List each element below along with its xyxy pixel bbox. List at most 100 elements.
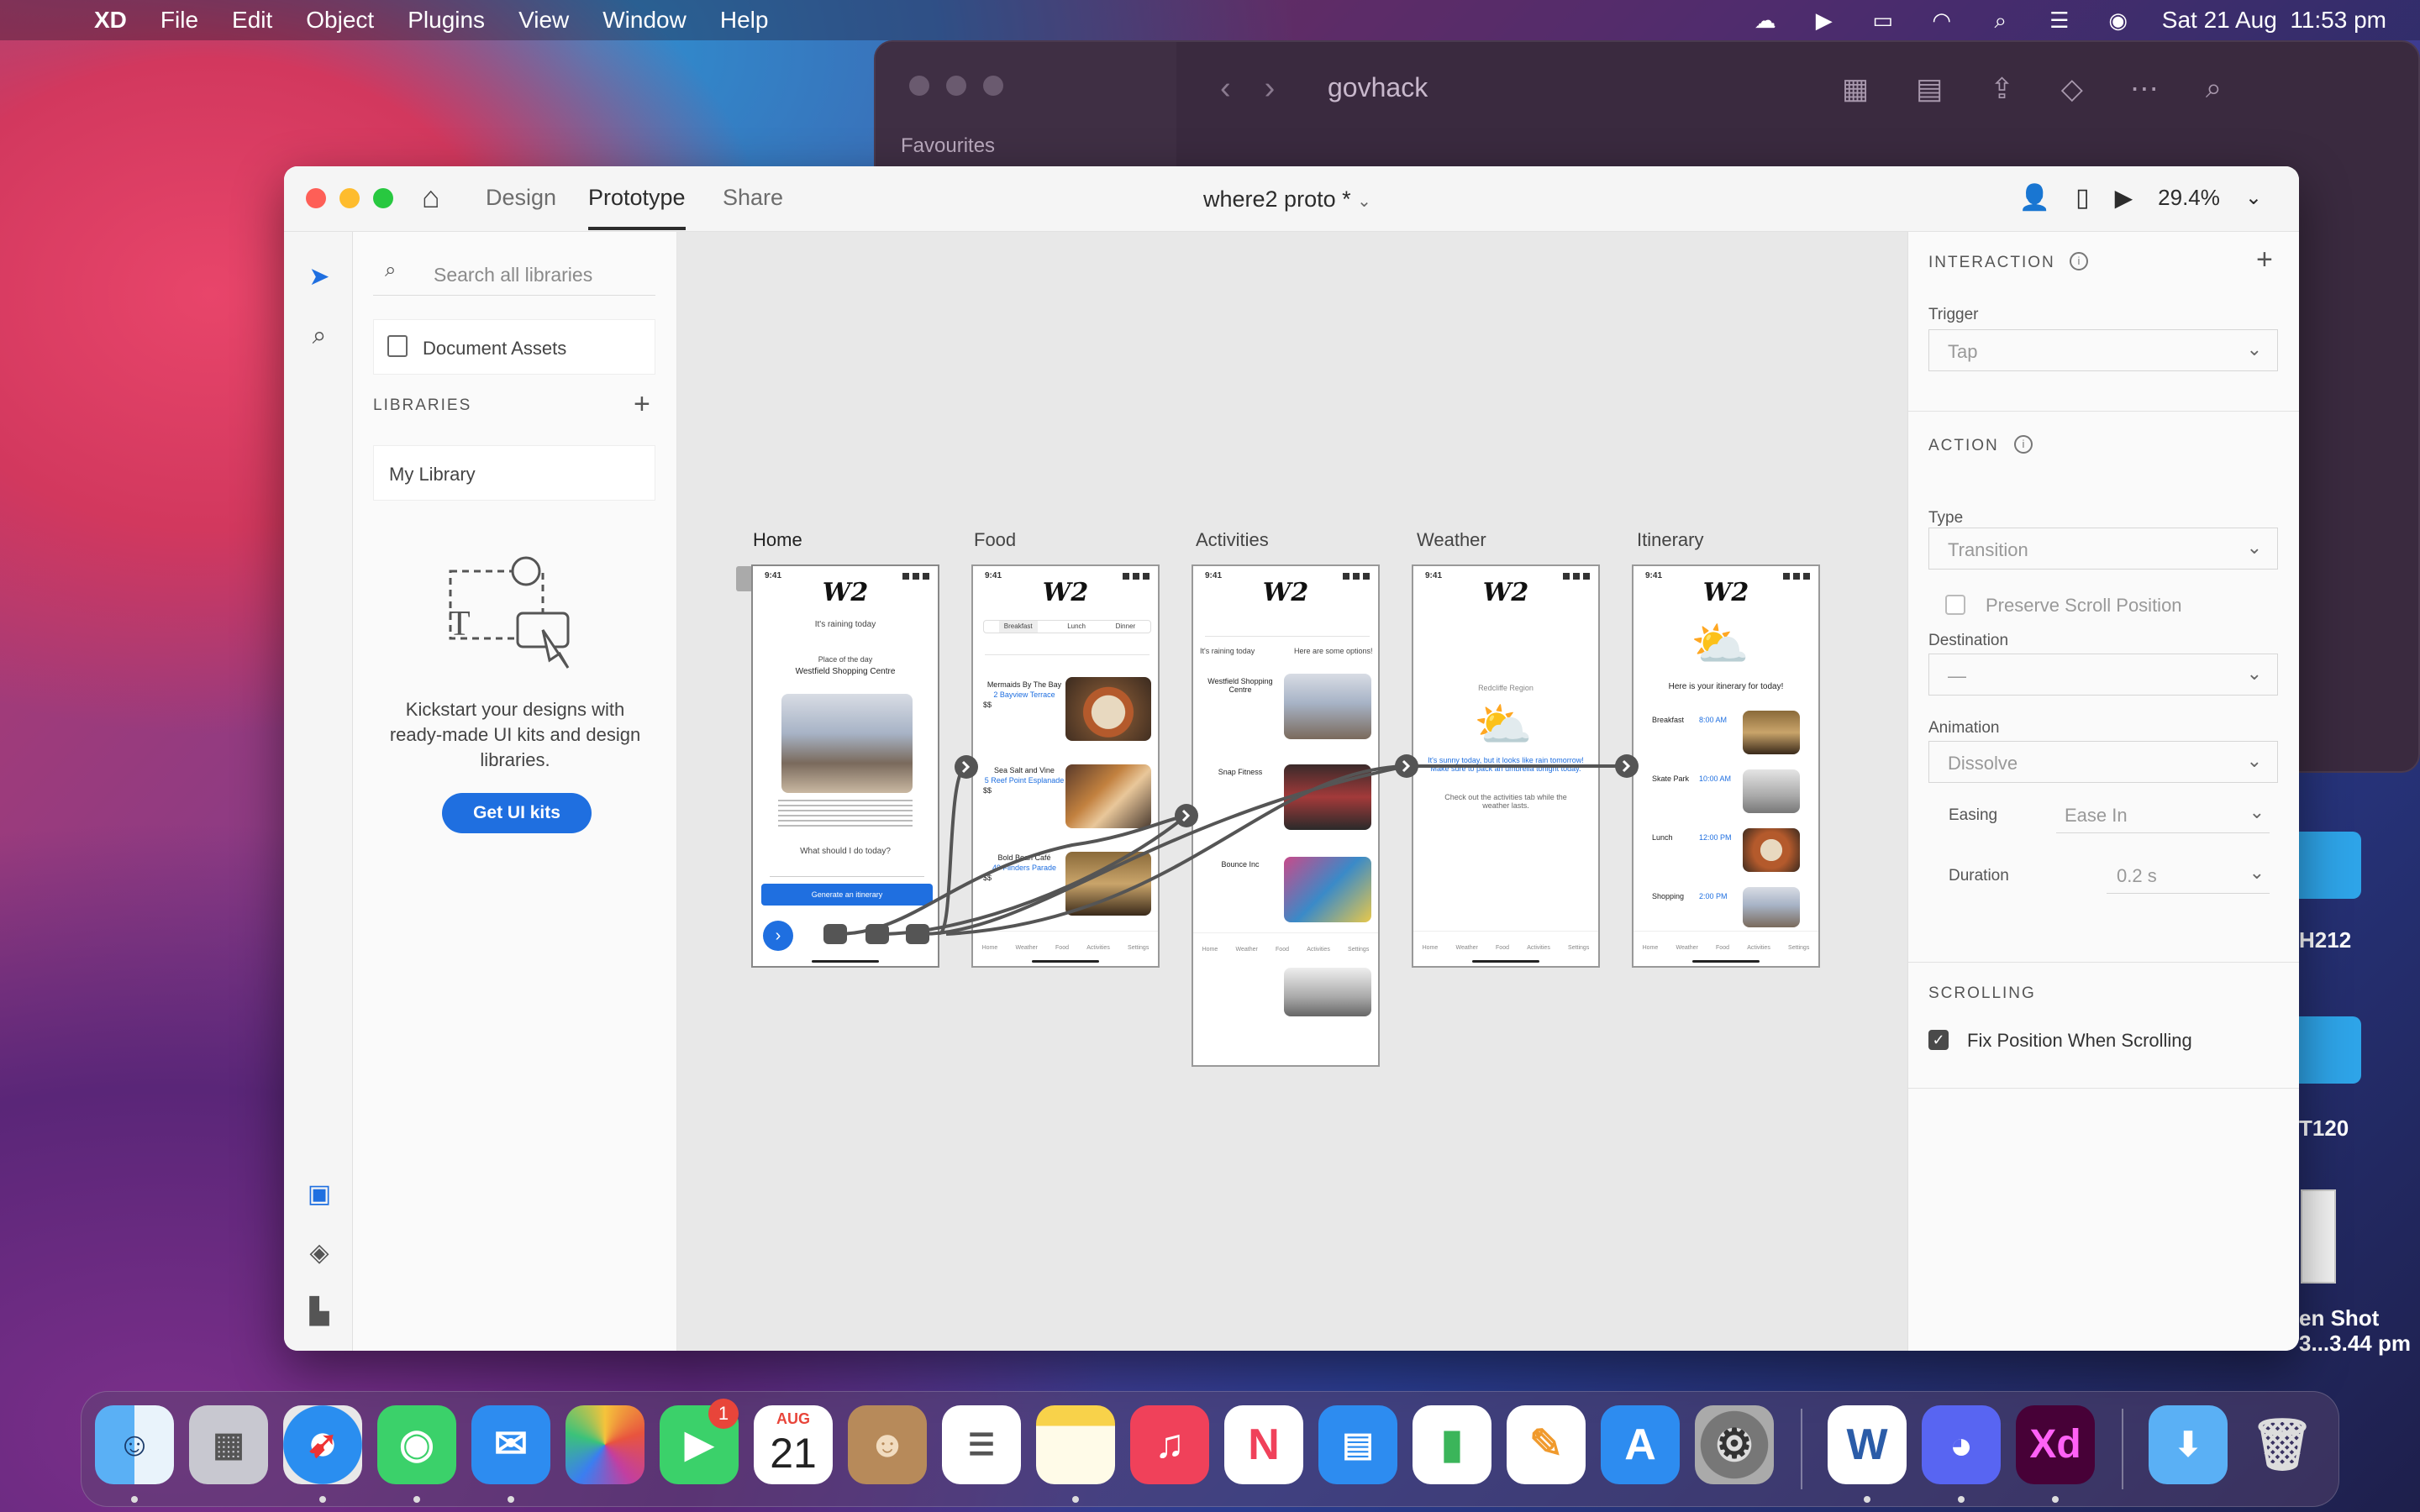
desktop-folder-icon[interactable] [2289,1016,2361,1084]
dock-photos-icon[interactable] [566,1405,644,1484]
info-icon[interactable]: i [2070,252,2088,270]
desktop-screenshot-thumbnail[interactable] [2301,1189,2336,1284]
select-tool-icon[interactable]: ➤ [304,262,334,292]
dock-news-icon[interactable]: N [1224,1405,1303,1484]
my-library-item[interactable]: My Library [373,445,655,501]
plugins-panel-icon[interactable]: ▙ [304,1297,334,1327]
artboard-activities[interactable]: 9:41 W2 It's raining today Here are some… [1192,564,1380,1067]
artboard-tab-weather[interactable]: Weather [1676,932,1697,956]
artboard-tab-food[interactable]: Food [1055,932,1069,956]
siri-icon[interactable]: ◉ [2103,8,2133,33]
dock-messages-icon[interactable]: ◉ [377,1405,456,1484]
home-search-field[interactable] [770,865,924,877]
dock-downloads-icon[interactable]: ⬇ [2149,1405,2228,1484]
artboard-tab-activities[interactable]: Activities [1086,932,1110,956]
dock-mail-icon[interactable]: ✉ [471,1405,550,1484]
tab-design[interactable]: Design [486,185,556,211]
dock-keynote-icon[interactable]: ▤ [1318,1405,1397,1484]
preserve-scroll-checkbox[interactable] [1945,595,1965,615]
dock-app-store-icon[interactable]: A [1601,1405,1680,1484]
dock-music-icon[interactable]: ♫ [1130,1405,1209,1484]
menu-object[interactable]: Object [306,7,374,34]
dock-reminders-icon[interactable]: ☰ [942,1405,1021,1484]
flow-start-icon[interactable]: › [763,921,793,951]
artboard-tab-settings[interactable]: Settings [1568,932,1589,956]
document-title[interactable]: where2 proto * ⌄ [1203,186,1371,213]
add-interaction-icon[interactable]: + [2256,244,2273,276]
user-access-icon[interactable]: 👤 [2019,183,2050,213]
zoom-chevron-icon[interactable]: ⌄ [2245,186,2262,210]
home-icon[interactable]: ⌂ [422,180,440,215]
food-meal-tabs[interactable]: Breakfast Lunch Dinner [983,620,1151,633]
food-tab-dinner[interactable]: Dinner [1116,621,1136,633]
artboard-tab-weather[interactable]: Weather [1235,933,1257,958]
dock-pages-icon[interactable]: ✎ [1507,1405,1586,1484]
artboard-label-activities[interactable]: Activities [1196,529,1269,551]
artboard-tab-home[interactable]: Home [1423,932,1439,956]
artboard-itinerary[interactable]: 9:41 W2 ⛅ Here is your itinerary for tod… [1632,564,1820,968]
info-icon[interactable]: i [2014,435,2033,454]
dock-finder-icon[interactable]: ☺ [95,1405,174,1484]
menu-plugins[interactable]: Plugins [408,7,485,34]
generate-itinerary-button[interactable]: Generate an itinerary [761,884,933,906]
easing-dropdown[interactable]: Ease In ⌄ [2056,795,2270,833]
dock-numbers-icon[interactable]: ▮ [1413,1405,1491,1484]
artboard-label-weather[interactable]: Weather [1417,529,1486,551]
trigger-dropdown[interactable]: Tap ⌄ [1928,329,2278,371]
creative-cloud-icon[interactable]: ☁ [1750,8,1781,33]
zoom-tool-icon[interactable]: ⌕ [304,321,334,351]
zoom-window-button[interactable] [373,188,393,208]
artboard-tab-settings[interactable]: Settings [1128,932,1149,956]
artboard-weather[interactable]: 9:41 W2 Redcliffe Region ⛅ It's sunny to… [1412,564,1600,968]
fix-position-checkbox[interactable]: ✓ [1928,1030,1949,1050]
artboard-label-home[interactable]: Home [753,529,802,551]
artboard-tab-home[interactable]: Home [1643,932,1659,956]
tag-icon[interactable]: ◇ [2061,72,2083,106]
add-library-icon[interactable]: + [634,388,650,421]
artboard-food[interactable]: 9:41 W2 Breakfast Lunch Dinner Mermaids … [971,564,1160,968]
dock-calendar-icon[interactable]: AUG 21 [754,1405,833,1484]
artboard-label-itinerary[interactable]: Itinerary [1637,529,1703,551]
close-window-button[interactable] [306,188,326,208]
dock-safari-icon[interactable]: ➹ [283,1405,362,1484]
artboard-tab-food[interactable]: Food [1276,933,1289,958]
artboard-tab-home[interactable]: Home [1202,933,1218,958]
device-preview-icon[interactable]: ▯ [2075,183,2090,213]
more-icon[interactable]: ⋯ [2130,72,2159,106]
menu-file[interactable]: File [160,7,198,34]
type-dropdown[interactable]: Transition ⌄ [1928,528,2278,570]
artboard-tab-food[interactable]: Food [1496,932,1509,956]
artboard-home[interactable]: 9:41 W2 It's raining today Place of the … [751,564,939,968]
dock-word-icon[interactable]: W [1828,1405,1907,1484]
minimize-window-button[interactable] [339,188,360,208]
artboard-label-food[interactable]: Food [974,529,1016,551]
finder-nav-arrows[interactable]: ‹› [1220,71,1308,107]
food-tab-breakfast[interactable]: Breakfast [998,621,1038,633]
food-tab-lunch[interactable]: Lunch [1067,621,1086,633]
artboard-tab-food[interactable]: Food [1716,932,1729,956]
search-icon[interactable]: ⌕ [1986,8,2016,33]
artboard-tab-settings[interactable]: Settings [1348,933,1369,958]
destination-dropdown[interactable]: — ⌄ [1928,654,2278,696]
artboard-tab-weather[interactable]: Weather [1015,932,1037,956]
dock-launchpad-icon[interactable]: ▦ [189,1405,268,1484]
artboard-tab-settings[interactable]: Settings [1788,932,1809,956]
design-canvas[interactable]: Home Food Activities Weather Itinerary 9… [677,232,1907,1351]
finder-search-icon[interactable]: ⌕ [2206,72,2222,106]
artboard-tab-weather[interactable]: Weather [1455,932,1477,956]
control-center-icon[interactable]: ☰ [2044,8,2075,33]
tab-share[interactable]: Share [723,185,783,211]
menu-help[interactable]: Help [720,7,769,34]
dock-discord-icon[interactable]: ◕ [1922,1405,2001,1484]
group-icon[interactable]: ▤ [1916,72,1943,106]
menu-edit[interactable]: Edit [232,7,272,34]
tab-prototype[interactable]: Prototype [588,185,686,230]
menu-view[interactable]: View [518,7,569,34]
share-icon[interactable]: ⇪ [1990,72,2014,106]
animation-dropdown[interactable]: Dissolve ⌄ [1928,741,2278,783]
menu-app-name[interactable]: XD [94,7,127,34]
layers-panel-icon[interactable]: ◈ [304,1238,334,1268]
artboard-tab-activities[interactable]: Activities [1307,933,1330,958]
desktop-folder-icon[interactable] [2289,832,2361,899]
duration-dropdown[interactable]: 0.2 s ⌄ [2107,855,2270,894]
